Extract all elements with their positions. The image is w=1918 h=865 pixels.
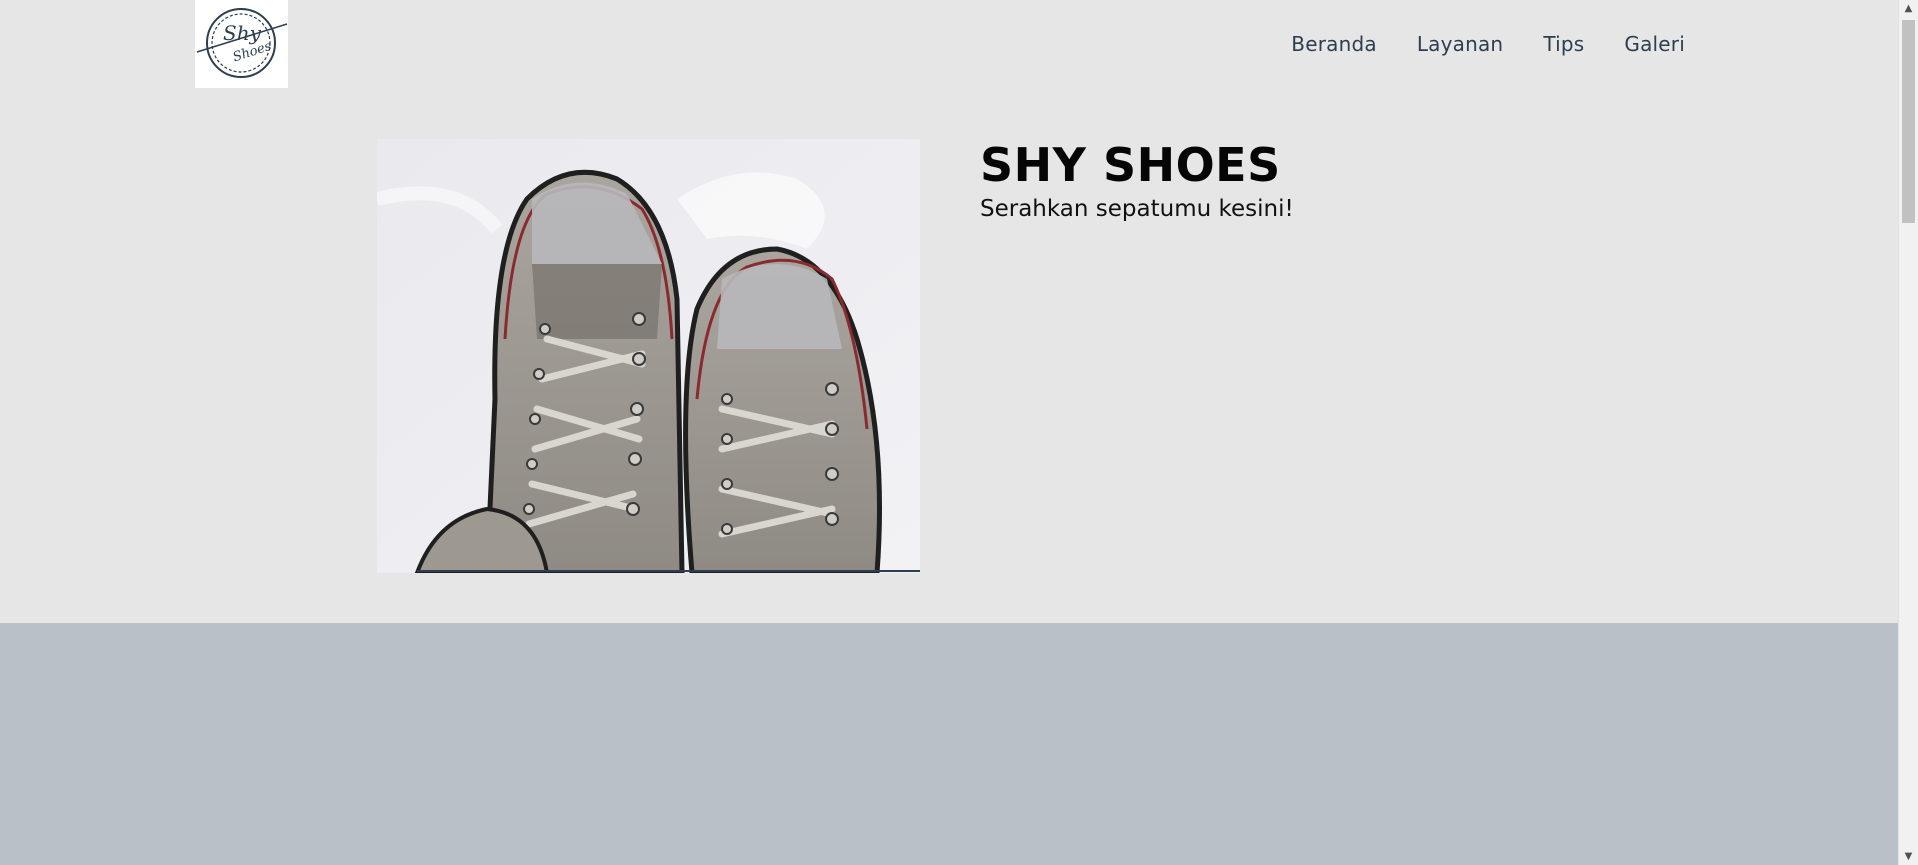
lower-section <box>0 623 1898 865</box>
nav-link-tips[interactable]: Tips <box>1543 32 1584 56</box>
nav-link-beranda[interactable]: Beranda <box>1291 32 1377 56</box>
main-nav: Beranda Layanan Tips Galeri <box>1291 0 1685 88</box>
hero-text: SHY SHOES Serahkan sepatumu kesini! <box>980 138 1294 224</box>
scroll-up-arrow-icon[interactable]: ▲ <box>1899 0 1918 17</box>
sneakers-photo-icon <box>377 139 920 573</box>
hero-title: SHY SHOES <box>980 138 1281 192</box>
vertical-scrollbar[interactable]: ▲ ▼ <box>1898 0 1918 865</box>
browser-viewport: Shy Shoes Beranda Layanan Tips Galeri SH… <box>0 0 1918 865</box>
nav-link-layanan[interactable]: Layanan <box>1417 32 1504 56</box>
scroll-thumb[interactable] <box>1902 20 1915 223</box>
logo-badge-icon: Shy Shoes <box>196 8 288 78</box>
scroll-down-arrow-icon[interactable]: ▼ <box>1899 848 1918 865</box>
navbar: Shy Shoes Beranda Layanan Tips Galeri <box>0 0 1898 88</box>
nav-link-galeri[interactable]: Galeri <box>1624 32 1685 56</box>
brand-logo[interactable]: Shy Shoes <box>195 0 288 88</box>
page: Shy Shoes Beranda Layanan Tips Galeri SH… <box>0 0 1898 865</box>
hero-sneakers-image <box>377 139 920 573</box>
hero-subtitle: Serahkan sepatumu kesini! <box>980 196 1294 222</box>
svg-text:Shy: Shy <box>223 21 262 45</box>
